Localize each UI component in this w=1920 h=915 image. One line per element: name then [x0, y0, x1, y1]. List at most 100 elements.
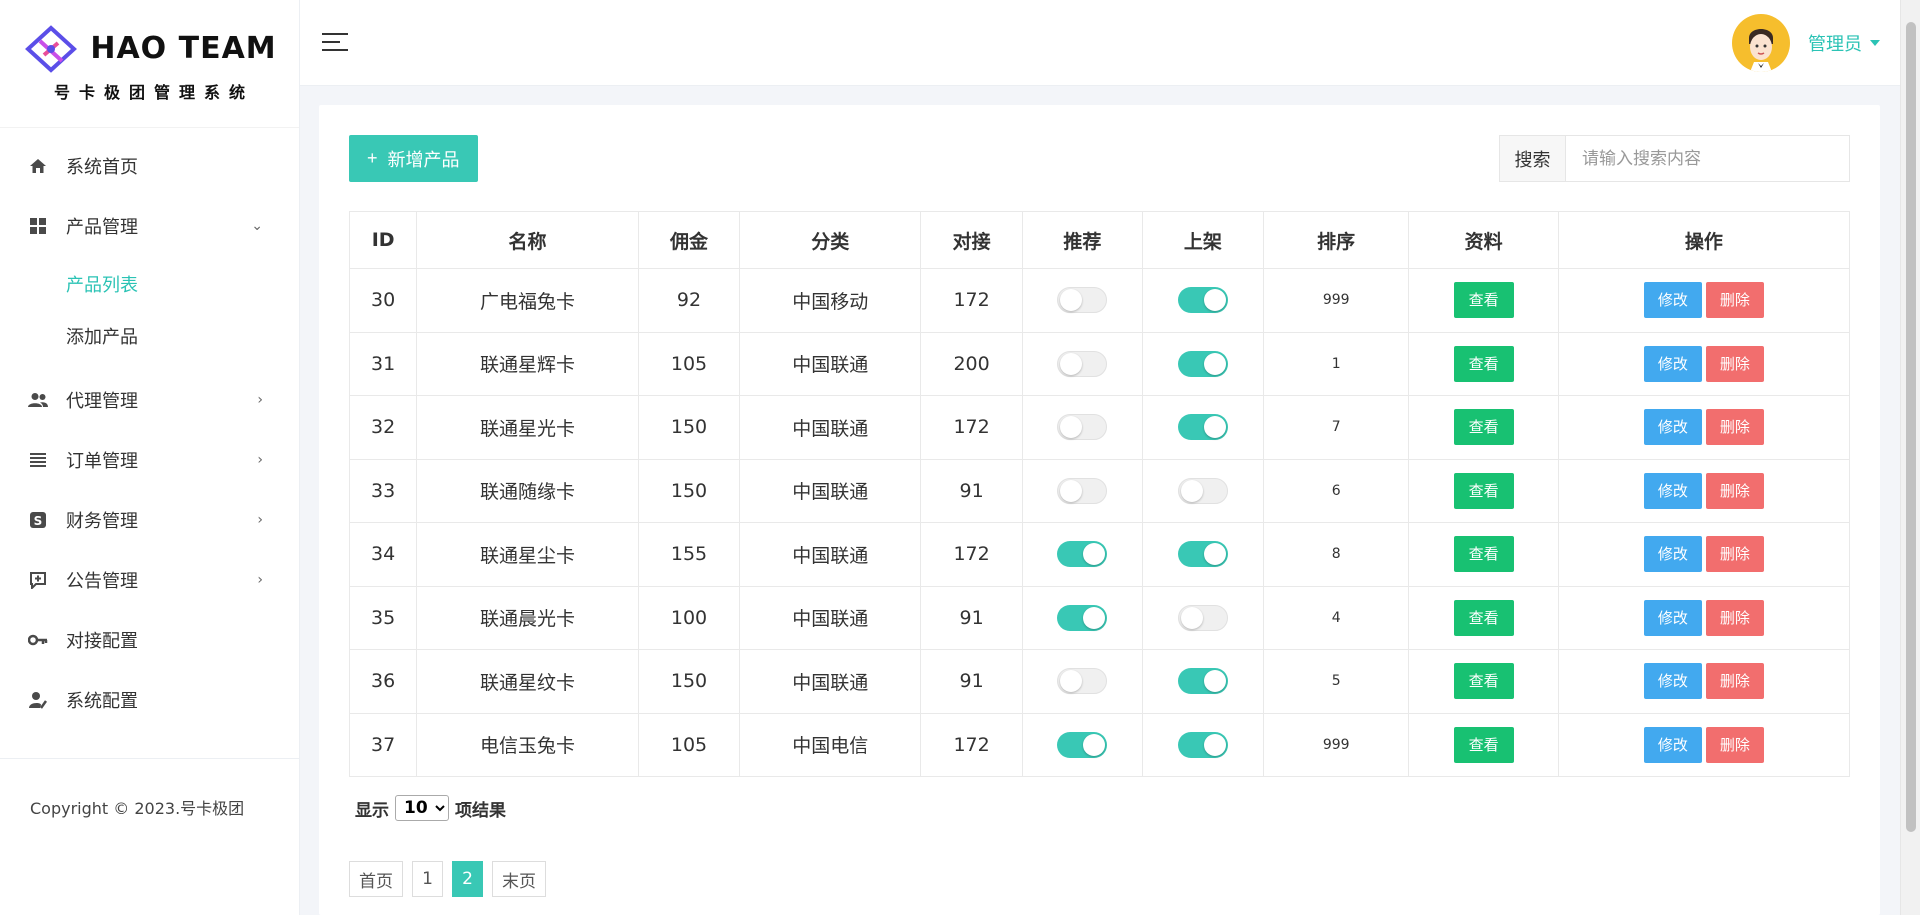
scrollbar-thumb[interactable] — [1906, 22, 1916, 832]
cell-info: 查看 — [1408, 458, 1559, 523]
edit-button[interactable]: 修改 — [1643, 726, 1702, 763]
listed-toggle[interactable] — [1177, 287, 1228, 314]
view-button[interactable]: 查看 — [1453, 409, 1514, 446]
recommend-toggle[interactable] — [1057, 477, 1108, 504]
cell-info: 查看 — [1408, 712, 1559, 777]
recommend-toggle[interactable] — [1057, 668, 1108, 695]
user-settings-icon — [28, 690, 48, 710]
column-header-category: 分类 — [739, 211, 922, 269]
sidebar-item-label: 代理管理 — [66, 391, 138, 412]
view-button[interactable]: 查看 — [1453, 536, 1514, 573]
sidebar-item-products[interactable]: 产品管理 ⌄ — [0, 196, 299, 256]
edit-button[interactable]: 修改 — [1643, 282, 1702, 319]
brand-logo-icon — [25, 24, 78, 73]
user-name[interactable]: 管理员 — [1808, 30, 1862, 56]
view-button[interactable]: 查看 — [1453, 726, 1514, 763]
cell-actions: 修改 删除 — [1557, 268, 1851, 333]
cell-sort: 8 — [1262, 522, 1410, 587]
cell-commission: 150 — [637, 649, 741, 714]
cell-category: 中国联通 — [739, 585, 922, 650]
listed-cell — [1141, 585, 1264, 650]
listed-toggle[interactable] — [1177, 350, 1228, 377]
delete-button[interactable]: 删除 — [1705, 536, 1764, 573]
cell-info: 查看 — [1408, 331, 1559, 396]
delete-button[interactable]: 删除 — [1705, 345, 1764, 382]
listed-toggle[interactable] — [1177, 604, 1228, 631]
home-icon — [28, 156, 48, 176]
cell-dock: 91 — [920, 458, 1023, 523]
recommend-toggle[interactable] — [1057, 604, 1108, 631]
table-row: 30 广电福兔卡 92 中国移动 172 999 查看 修改 删除 — [348, 268, 1851, 333]
recommend-cell — [1021, 649, 1143, 714]
cell-dock: 91 — [920, 585, 1023, 650]
table-row: 36 联通星纹卡 150 中国联通 91 5 查看 修改 删除 — [348, 649, 1851, 714]
listed-toggle[interactable] — [1177, 414, 1228, 441]
page-size-select[interactable]: 10 — [395, 795, 449, 821]
add-product-button[interactable]: + 新增产品 — [349, 135, 478, 182]
sidebar-subitem-product-list[interactable]: 产品列表 — [0, 260, 299, 312]
page-number-1[interactable]: 1 — [412, 861, 443, 897]
view-button[interactable]: 查看 — [1453, 599, 1514, 636]
listed-toggle[interactable] — [1177, 731, 1228, 758]
view-button[interactable]: 查看 — [1453, 472, 1514, 509]
view-button[interactable]: 查看 — [1453, 663, 1514, 700]
listed-cell — [1141, 268, 1264, 333]
view-button[interactable]: 查看 — [1453, 345, 1514, 382]
edit-button[interactable]: 修改 — [1643, 599, 1702, 636]
listed-toggle[interactable] — [1177, 668, 1228, 695]
sidebar-item-announcements[interactable]: 公告管理 › — [0, 550, 299, 610]
user-menu[interactable]: 管理员 — [1732, 14, 1880, 72]
listed-toggle[interactable] — [1177, 477, 1228, 504]
sidebar-item-integration-config[interactable]: 对接配置 — [0, 610, 299, 670]
delete-button[interactable]: 删除 — [1705, 726, 1764, 763]
sidebar-item-label: 订单管理 — [66, 451, 138, 472]
page-last[interactable]: 末页 — [492, 861, 546, 897]
edit-button[interactable]: 修改 — [1643, 345, 1702, 382]
cell-commission: 150 — [637, 458, 741, 523]
page-scrollbar[interactable] — [1900, 0, 1920, 915]
toggle-knob — [1060, 352, 1083, 375]
toggle-knob — [1203, 543, 1226, 566]
caret-down-icon[interactable] — [1870, 40, 1880, 46]
edit-button[interactable]: 修改 — [1643, 472, 1702, 509]
chevron-right-icon: › — [257, 452, 263, 468]
edit-button[interactable]: 修改 — [1643, 536, 1702, 573]
edit-button[interactable]: 修改 — [1643, 663, 1702, 700]
sidebar-item-orders[interactable]: 订单管理 › — [0, 430, 299, 490]
view-button[interactable]: 查看 — [1453, 282, 1514, 319]
recommend-toggle[interactable] — [1057, 350, 1108, 377]
sidebar-item-finance[interactable]: S 财务管理 › — [0, 490, 299, 550]
search-input[interactable] — [1566, 136, 1849, 181]
sidebar-subitem-add-product[interactable]: 添加产品 — [0, 312, 299, 364]
page-number-2[interactable]: 2 — [452, 861, 483, 897]
cell-id: 32 — [348, 395, 418, 460]
delete-button[interactable]: 删除 — [1705, 472, 1764, 509]
listed-toggle[interactable] — [1177, 541, 1228, 568]
brand-logo[interactable]: HAO TEAM 号卡极团管理系统 — [0, 0, 299, 128]
sidebar-item-system-config[interactable]: 系统配置 — [0, 670, 299, 730]
recommend-toggle[interactable] — [1057, 731, 1108, 758]
cell-name: 电信玉兔卡 — [416, 712, 639, 777]
menu-toggle-icon[interactable] — [322, 33, 348, 53]
delete-button[interactable]: 删除 — [1705, 282, 1764, 319]
finance-icon: S — [28, 510, 48, 530]
cell-name: 联通星纹卡 — [416, 649, 639, 714]
sidebar-item-label: 对接配置 — [66, 631, 138, 652]
delete-button[interactable]: 删除 — [1705, 409, 1764, 446]
cell-sort: 1 — [1262, 331, 1410, 396]
recommend-toggle[interactable] — [1057, 541, 1108, 568]
cell-dock: 172 — [920, 522, 1023, 587]
recommend-toggle[interactable] — [1057, 414, 1108, 441]
sidebar-item-agents[interactable]: 代理管理 › — [0, 370, 299, 430]
sidebar-item-label: 财务管理 — [66, 511, 138, 532]
delete-button[interactable]: 删除 — [1705, 599, 1764, 636]
edit-button[interactable]: 修改 — [1643, 409, 1702, 446]
cell-name: 联通晨光卡 — [416, 585, 639, 650]
page-first[interactable]: 首页 — [349, 861, 403, 897]
sidebar-item-home[interactable]: 系统首页 — [0, 136, 299, 196]
listed-cell — [1141, 522, 1264, 587]
avatar[interactable] — [1732, 14, 1790, 72]
listed-cell — [1141, 331, 1264, 396]
recommend-toggle[interactable] — [1057, 287, 1108, 314]
delete-button[interactable]: 删除 — [1705, 663, 1764, 700]
